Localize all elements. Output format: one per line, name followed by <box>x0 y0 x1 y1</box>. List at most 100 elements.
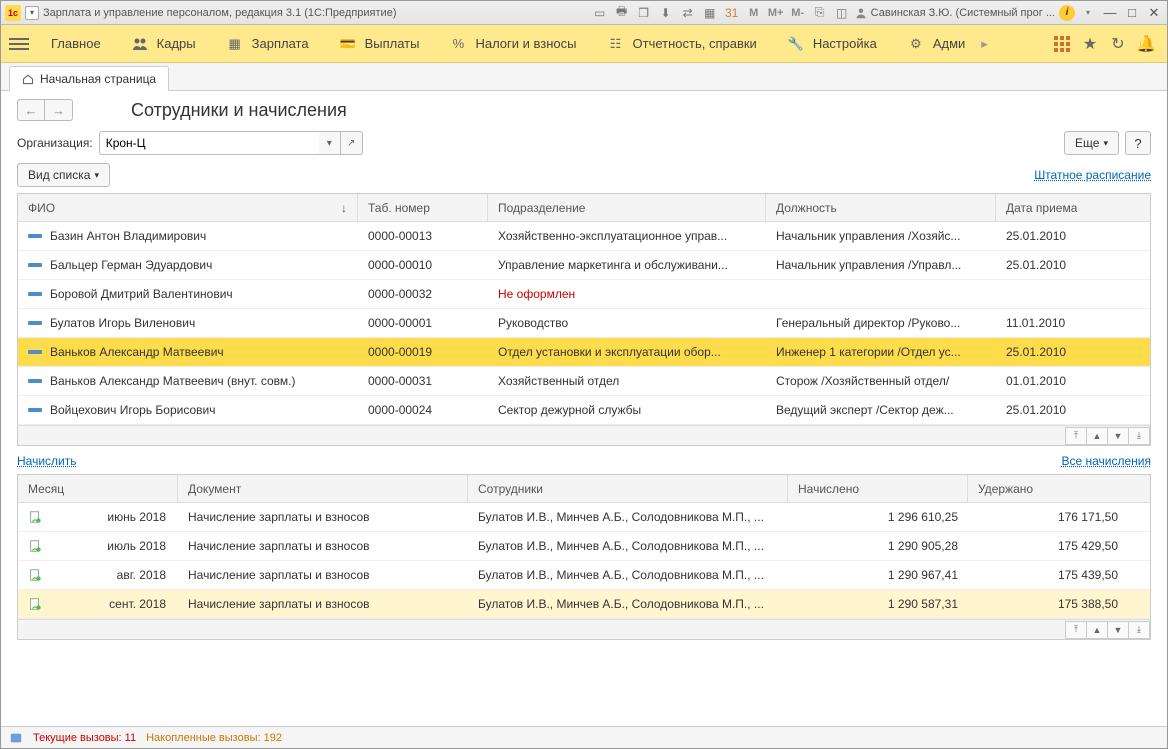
nav-reports[interactable]: ☷Отчетность, справки <box>593 25 771 62</box>
cell-fio: Ваньков Александр Матвеевич (внут. совм.… <box>50 374 295 388</box>
table2-last-icon[interactable]: ⤓ <box>1128 621 1150 639</box>
nav-payments[interactable]: 💳Выплаты <box>325 25 434 62</box>
cell-doc: Начисление зарплаты и взносов <box>178 510 468 524</box>
table-row[interactable]: Ваньков Александр Матвеевич0000-00019Отд… <box>18 338 1150 367</box>
employees-table: ФИО↓ Таб. номер Подразделение Должность … <box>17 193 1151 446</box>
table-first-icon[interactable]: ⤒ <box>1065 427 1087 445</box>
status-icon <box>9 731 23 745</box>
th-ded[interactable]: Удержано <box>968 475 1128 502</box>
menu-icon[interactable] <box>9 34 29 54</box>
cell-dept: Хозяйственный отдел <box>488 374 766 388</box>
cell-date: 25.01.2010 <box>996 229 1126 243</box>
th-pos[interactable]: Должность <box>766 194 996 221</box>
bell-icon[interactable]: 🔔 <box>1133 31 1159 57</box>
cell-tab: 0000-00010 <box>358 258 488 272</box>
nav-salary[interactable]: ▦Зарплата <box>212 25 323 62</box>
zoom-m-icon[interactable]: M <box>745 4 763 22</box>
th-date[interactable]: Дата приема <box>996 194 1126 221</box>
dropdown-icon[interactable]: ▾ <box>25 6 39 20</box>
zoom-mminus-icon[interactable]: M- <box>789 4 807 22</box>
table-row[interactable]: авг. 2018Начисление зарплаты и взносовБу… <box>18 561 1150 590</box>
link-icon[interactable]: ⎘ <box>811 4 829 22</box>
nav-main[interactable]: Главное <box>37 25 115 62</box>
th-acc[interactable]: Начислено <box>788 475 968 502</box>
nav-settings[interactable]: 🔧Настройка <box>773 25 891 62</box>
th-month[interactable]: Месяц <box>18 475 178 502</box>
table-row[interactable]: июнь 2018Начисление зарплаты и взносовБу… <box>18 503 1150 532</box>
star-icon[interactable]: ★ <box>1077 31 1103 57</box>
forward-button[interactable]: → <box>45 99 73 121</box>
user-label[interactable]: Савинская З.Ю. (Системный прог ... <box>855 7 1055 19</box>
table-row[interactable]: Боровой Дмитрий Валентинович0000-00032Не… <box>18 280 1150 309</box>
calendar-icon[interactable]: 31 <box>723 4 741 22</box>
back-button[interactable]: ← <box>17 99 45 121</box>
table-up-icon[interactable]: ▲ <box>1086 427 1108 445</box>
th-emp[interactable]: Сотрудники <box>468 475 788 502</box>
cell-acc: 1 290 905,28 <box>788 539 968 553</box>
cell-emp: Булатов И.В., Минчев А.Б., Солодовникова… <box>468 510 788 524</box>
table-row[interactable]: Войцехович Игорь Борисович0000-00024Сект… <box>18 396 1150 425</box>
table-row[interactable]: июль 2018Начисление зарплаты и взносовБу… <box>18 532 1150 561</box>
cell-emp: Булатов И.В., Минчев А.Б., Солодовникова… <box>468 568 788 582</box>
minimize-button[interactable]: — <box>1101 5 1119 21</box>
history-icon[interactable]: ↻ <box>1105 31 1131 57</box>
save-icon[interactable]: ⬇ <box>657 4 675 22</box>
table-row[interactable]: Базин Антон Владимирович0000-00013Хозяйс… <box>18 222 1150 251</box>
th-doc[interactable]: Документ <box>178 475 468 502</box>
table-row[interactable]: Ваньков Александр Матвеевич (внут. совм.… <box>18 367 1150 396</box>
nav-more-icon[interactable]: ▸ <box>981 36 988 52</box>
apps-icon[interactable] <box>1049 31 1075 57</box>
table2-down-icon[interactable]: ▼ <box>1107 621 1129 639</box>
wallet-icon: 💳 <box>339 36 357 52</box>
table2-first-icon[interactable]: ⤒ <box>1065 621 1087 639</box>
page-title: Сотрудники и начисления <box>131 100 347 121</box>
org-label: Организация: <box>17 136 93 150</box>
nav-kadry[interactable]: Кадры <box>117 25 210 62</box>
table-row[interactable]: Бальцер Герман Эдуардович0000-00010Управ… <box>18 251 1150 280</box>
table2-up-icon[interactable]: ▲ <box>1086 621 1108 639</box>
table-row[interactable]: Булатов Игорь Виленович0000-00001Руковод… <box>18 309 1150 338</box>
cell-dept: Не оформлен <box>488 287 766 301</box>
compare-icon[interactable]: ⇄ <box>679 4 697 22</box>
cell-doc: Начисление зарплаты и взносов <box>178 539 468 553</box>
nav-admin[interactable]: ⚙Адми <box>893 25 979 62</box>
info-icon[interactable]: i <box>1059 5 1075 21</box>
more-button[interactable]: Еще▾ <box>1064 131 1119 155</box>
nav-taxes[interactable]: %Налоги и взносы <box>435 25 590 62</box>
content: ← → Сотрудники и начисления Организация:… <box>1 91 1167 726</box>
th-fio[interactable]: ФИО↓ <box>18 194 358 221</box>
cell-month: сент. 2018 <box>109 597 166 611</box>
print-icon[interactable]: 🖶 <box>613 4 631 22</box>
print-preview-icon[interactable]: ▭ <box>591 4 609 22</box>
org-input[interactable] <box>99 131 319 155</box>
cell-month: авг. 2018 <box>117 568 166 582</box>
combo-dropdown-icon[interactable]: ▾ <box>319 131 341 155</box>
table-row[interactable]: сент. 2018Начисление зарплаты и взносовБ… <box>18 590 1150 619</box>
info-dd-icon[interactable]: ▾ <box>1079 4 1097 22</box>
maximize-button[interactable]: □ <box>1123 5 1141 21</box>
th-dept[interactable]: Подразделение <box>488 194 766 221</box>
help-button[interactable]: ? <box>1125 131 1151 155</box>
tab-home[interactable]: Начальная страница <box>9 66 169 91</box>
combo-open-icon[interactable]: ↗ <box>341 131 363 155</box>
panel-icon[interactable]: ◫ <box>833 4 851 22</box>
cell-pos: Инженер 1 категории /Отдел ус... <box>766 345 996 359</box>
view-list-button[interactable]: Вид списка▾ <box>17 163 110 187</box>
calc-icon[interactable]: ▦ <box>701 4 719 22</box>
th-tab[interactable]: Таб. номер <box>358 194 488 221</box>
cell-dept: Хозяйственно-эксплуатационное управ... <box>488 229 766 243</box>
table-last-icon[interactable]: ⤓ <box>1128 427 1150 445</box>
doc-icon: ☷ <box>607 36 625 52</box>
zoom-mplus-icon[interactable]: M+ <box>767 4 785 22</box>
main-nav: Главное Кадры ▦Зарплата 💳Выплаты %Налоги… <box>1 25 1167 63</box>
doc-icon <box>28 510 42 524</box>
titlebar: 1c ▾ Зарплата и управление персоналом, р… <box>1 1 1167 25</box>
staff-schedule-link[interactable]: Штатное расписание <box>1034 168 1151 182</box>
all-accruals-link[interactable]: Все начисления <box>1061 454 1151 468</box>
copy-icon[interactable]: ❐ <box>635 4 653 22</box>
cell-date: 25.01.2010 <box>996 345 1126 359</box>
close-button[interactable]: ✕ <box>1145 5 1163 21</box>
accrue-link[interactable]: Начислить <box>17 454 76 468</box>
org-combo[interactable]: ▾ ↗ <box>99 131 363 155</box>
table-down-icon[interactable]: ▼ <box>1107 427 1129 445</box>
